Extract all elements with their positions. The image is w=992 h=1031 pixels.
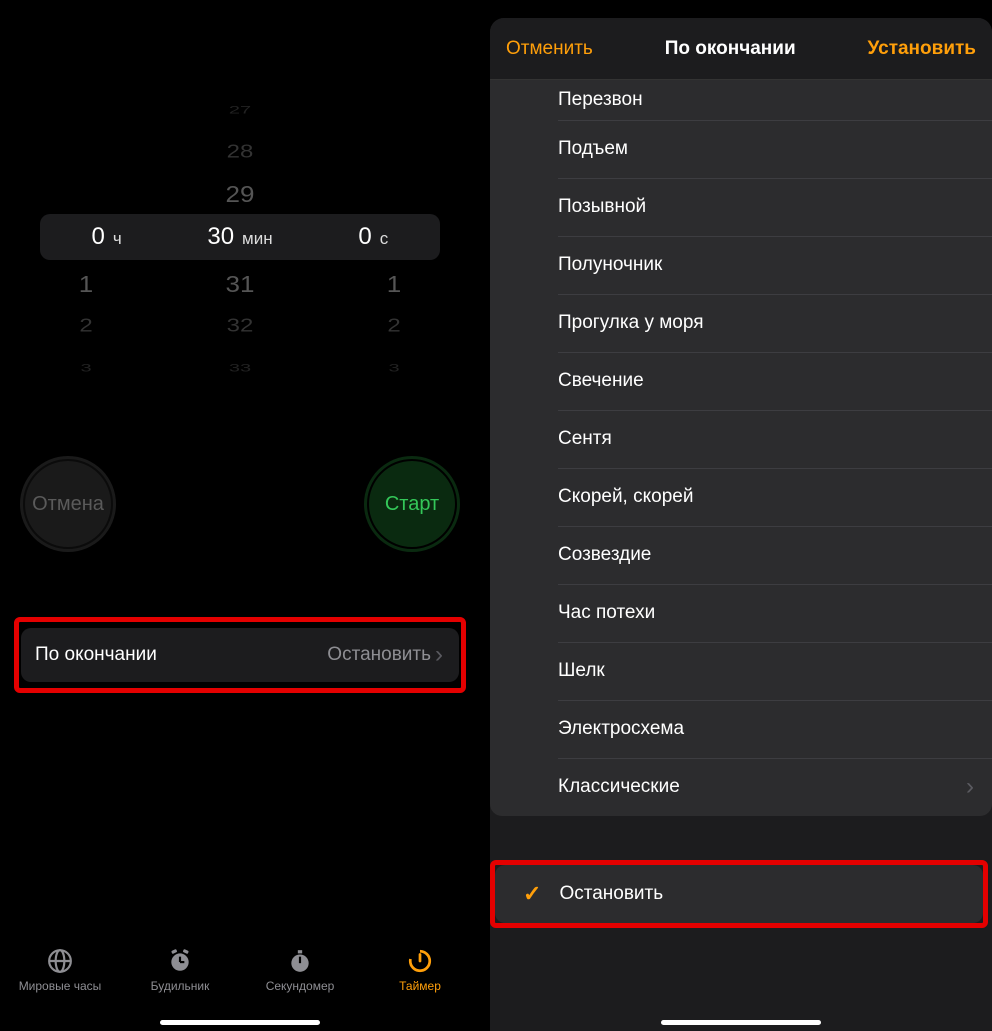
list-item[interactable]: Свечение <box>490 352 992 410</box>
list-item[interactable]: Электросхема <box>490 700 992 758</box>
sheet-title: По окончании <box>665 38 796 60</box>
timer-icon <box>406 947 434 975</box>
tab-stopwatch[interactable]: Секундомер <box>245 947 355 993</box>
checkmark-icon: ✓ <box>523 881 541 907</box>
sound-picker-screen: Отменить По окончании Установить Перезво… <box>480 0 992 1031</box>
hours-selected: 0 ч <box>47 223 167 251</box>
chevron-right-icon: › <box>966 773 974 801</box>
globe-icon <box>46 947 74 975</box>
cancel-button[interactable]: Отмена <box>20 456 116 552</box>
home-indicator[interactable] <box>160 1020 320 1025</box>
tab-timer[interactable]: Таймер <box>365 947 475 993</box>
classic-row[interactable]: Классические › <box>490 758 992 816</box>
control-buttons: Отмена Старт <box>0 456 480 552</box>
sound-picker-sheet: Отменить По окончании Установить Перезво… <box>490 18 992 1031</box>
list-item[interactable]: Созвездие <box>490 526 992 584</box>
when-ends-value: Остановить › <box>327 643 443 667</box>
list-item[interactable]: Шелк <box>490 642 992 700</box>
list-item[interactable]: Скорей, скорей <box>490 468 992 526</box>
timer-screen: 1 2 3 27 28 29 31 32 33 1 2 <box>0 0 480 1031</box>
start-button[interactable]: Старт <box>364 456 460 552</box>
list-item[interactable]: Полуночник <box>490 236 992 294</box>
when-timer-ends-highlight: По окончании Остановить › <box>14 617 466 693</box>
stop-playing-highlight: ✓ Остановить <box>490 860 988 928</box>
tab-bar: Мировые часы Будильник Секундомер Таймер <box>0 939 480 1021</box>
alarm-icon <box>166 947 194 975</box>
sheet-cancel-button[interactable]: Отменить <box>506 38 593 60</box>
minutes-selected: 30 мин <box>180 223 300 251</box>
list-item[interactable]: Сентя <box>490 410 992 468</box>
stopwatch-icon <box>286 947 314 975</box>
when-timer-ends-row[interactable]: По окончании Остановить › <box>21 628 459 682</box>
sounds-list[interactable]: Перезвон Подъем Позывной Полуночник Прог… <box>490 80 992 816</box>
tab-world-clock[interactable]: Мировые часы <box>5 947 115 993</box>
home-indicator[interactable] <box>661 1020 821 1025</box>
tab-alarm[interactable]: Будильник <box>125 947 235 993</box>
sheet-set-button[interactable]: Установить <box>868 38 977 60</box>
chevron-right-icon: › <box>435 643 443 667</box>
when-ends-label: По окончании <box>35 644 157 666</box>
list-item[interactable]: Прогулка у моря <box>490 294 992 352</box>
seconds-selected: 0 с <box>313 223 433 251</box>
sheet-header: Отменить По окончании Установить <box>490 18 992 80</box>
picker-selection-row: 0 ч 30 мин 0 с <box>40 214 440 260</box>
list-item[interactable]: Подъем <box>490 120 992 178</box>
stop-playing-row[interactable]: ✓ Остановить <box>495 865 983 923</box>
list-item[interactable]: Час потехи <box>490 584 992 642</box>
list-item[interactable]: Перезвон <box>490 80 992 120</box>
list-item[interactable]: Позывной <box>490 178 992 236</box>
